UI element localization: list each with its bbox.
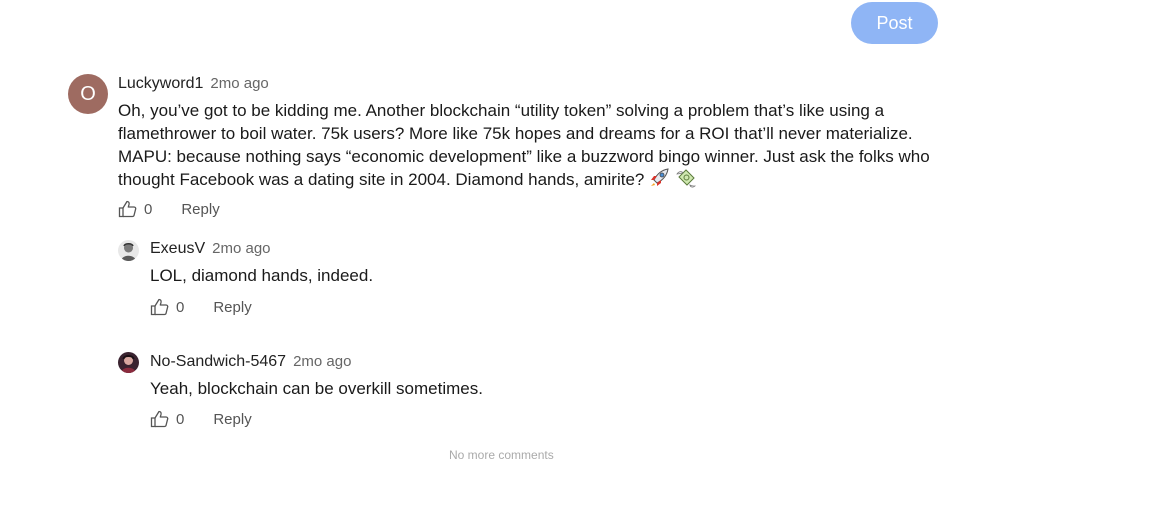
reply-button[interactable]: Reply <box>213 411 251 428</box>
thumbs-up-icon <box>150 298 169 316</box>
comment-body: LOL, diamond hands, indeed. <box>150 264 930 287</box>
comment-text: Oh, you’ve got to be kidding me. Another… <box>118 101 930 189</box>
comment-body: Oh, you’ve got to be kidding me. Another… <box>118 99 943 194</box>
avatar[interactable] <box>118 352 139 373</box>
like-count: 0 <box>176 298 185 316</box>
thumbs-up-icon <box>150 410 169 428</box>
comment-actions: 0 Reply <box>150 410 252 428</box>
comment-time: 2mo ago <box>212 240 271 257</box>
avatar[interactable]: O <box>68 74 108 114</box>
thumbs-up-icon <box>118 200 137 218</box>
comment-author[interactable]: ExeusV <box>150 240 205 257</box>
comment-author[interactable]: No-Sandwich-5467 <box>150 353 286 370</box>
avatar[interactable] <box>118 240 139 261</box>
like-count: 0 <box>176 410 185 428</box>
like-button[interactable]: 0 <box>118 200 152 218</box>
comment-text: LOL, diamond hands, indeed. <box>150 266 374 285</box>
reply-button[interactable]: Reply <box>213 299 251 316</box>
comment-meta: Luckyword1 2mo ago <box>118 75 269 93</box>
reply-button[interactable]: Reply <box>181 201 219 218</box>
comment-text: Yeah, blockchain can be overkill sometim… <box>150 379 483 398</box>
no-more-comments-label: No more comments <box>449 448 554 462</box>
comment-body: Yeah, blockchain can be overkill sometim… <box>150 377 930 400</box>
like-button[interactable]: 0 <box>150 410 184 428</box>
like-count: 0 <box>144 200 153 218</box>
comment-meta: No-Sandwich-5467 2mo ago <box>150 353 351 371</box>
rocket-icon <box>649 168 670 194</box>
comment-actions: 0 Reply <box>150 298 252 316</box>
comment-time: 2mo ago <box>210 75 269 92</box>
user-avatar-photo-icon <box>118 352 139 373</box>
comment-meta: ExeusV 2mo ago <box>150 240 271 258</box>
comment-actions: 0 Reply <box>118 200 220 218</box>
user-avatar-photo-icon <box>118 240 139 261</box>
like-button[interactable]: 0 <box>150 298 184 316</box>
comment-time: 2mo ago <box>293 353 352 370</box>
post-button[interactable]: Post <box>851 2 938 44</box>
money-with-wings-icon <box>675 168 696 194</box>
comment-author[interactable]: Luckyword1 <box>118 75 203 92</box>
